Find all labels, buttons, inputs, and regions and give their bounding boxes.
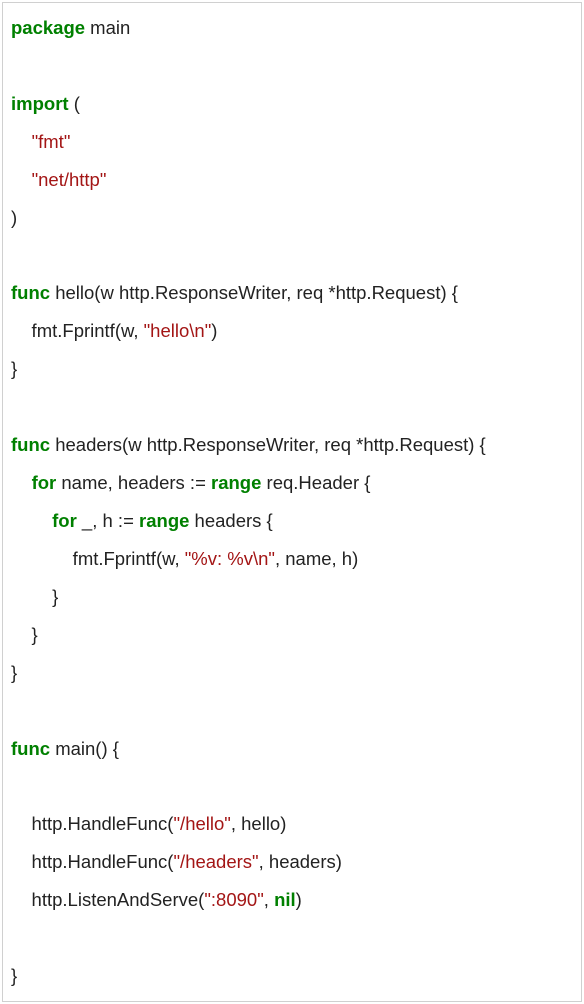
code-block: package main import ( "fmt" "net/http" )… bbox=[2, 2, 582, 1002]
close-inner: } bbox=[11, 586, 58, 607]
keyword-func: func bbox=[11, 738, 50, 759]
main-l2-c: , headers) bbox=[259, 851, 342, 872]
hello-string: "hello\n" bbox=[144, 320, 212, 341]
close-paren: ) bbox=[11, 207, 17, 228]
main-l3-d: ) bbox=[296, 889, 302, 910]
keyword-range: range bbox=[211, 472, 261, 493]
main-l3-a: http.ListenAndServe( bbox=[11, 889, 204, 910]
close-outer: } bbox=[11, 624, 38, 645]
keyword-package: package bbox=[11, 17, 85, 38]
keyword-func: func bbox=[11, 282, 50, 303]
for-line-b: req.Header { bbox=[261, 472, 370, 493]
fprintf-format-string: "%v: %v\n" bbox=[185, 548, 275, 569]
main-l2-a: http.HandleFunc( bbox=[11, 851, 173, 872]
keyword-for: for bbox=[52, 510, 77, 531]
package-name: main bbox=[85, 17, 130, 38]
close-brace: } bbox=[11, 662, 17, 683]
hello-body-c: ) bbox=[211, 320, 217, 341]
indent bbox=[11, 510, 52, 531]
main-l1-c: , hello) bbox=[231, 813, 287, 834]
keyword-range: range bbox=[139, 510, 189, 531]
import-open: ( bbox=[69, 93, 80, 114]
func-hello-sig: hello(w http.ResponseWriter, req *http.R… bbox=[50, 282, 458, 303]
port-string: ":8090" bbox=[204, 889, 263, 910]
for-inner-a: _, h := bbox=[77, 510, 139, 531]
func-main-sig: main() { bbox=[50, 738, 119, 759]
close-brace: } bbox=[11, 965, 17, 986]
main-l3-c: , bbox=[264, 889, 274, 910]
fprintf-c: , name, h) bbox=[275, 548, 358, 569]
keyword-for: for bbox=[32, 472, 57, 493]
import-nethttp: "net/http" bbox=[32, 169, 107, 190]
close-brace: } bbox=[11, 358, 17, 379]
fprintf-a: fmt.Fprintf(w, bbox=[11, 548, 185, 569]
route-headers-string: "/headers" bbox=[173, 851, 258, 872]
keyword-func: func bbox=[11, 434, 50, 455]
indent bbox=[11, 169, 32, 190]
func-headers-sig: headers(w http.ResponseWriter, req *http… bbox=[50, 434, 486, 455]
keyword-import: import bbox=[11, 93, 69, 114]
import-fmt: "fmt" bbox=[32, 131, 71, 152]
indent bbox=[11, 472, 32, 493]
for-inner-b: headers { bbox=[189, 510, 272, 531]
for-line-a: name, headers := bbox=[56, 472, 211, 493]
route-hello-string: "/hello" bbox=[173, 813, 230, 834]
keyword-nil: nil bbox=[274, 889, 296, 910]
main-l1-a: http.HandleFunc( bbox=[11, 813, 173, 834]
indent bbox=[11, 131, 32, 152]
hello-body-a: fmt.Fprintf(w, bbox=[11, 320, 144, 341]
